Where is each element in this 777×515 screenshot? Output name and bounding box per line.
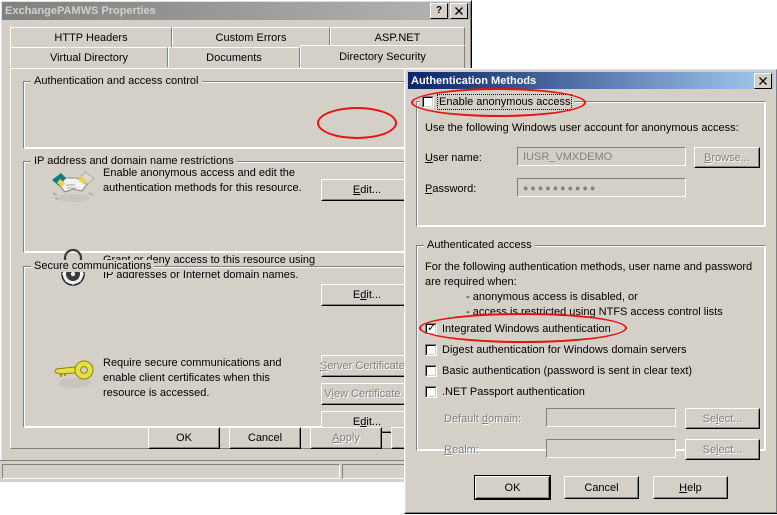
directory-security-page: Authentication and access control Enable… — [10, 68, 465, 449]
cancel-label: Cancel — [247, 432, 283, 444]
password-input[interactable]: ●●●●●●●●●● — [517, 178, 686, 197]
help-button[interactable]: ? — [430, 3, 448, 19]
authenticated-desc-line4: - access is restricted using NTFS access… — [466, 306, 723, 318]
realm-select-button[interactable]: Select... — [685, 439, 760, 460]
check-glyph: ✓ — [427, 321, 437, 334]
secure-description-line3: resource is accessed. — [103, 387, 210, 399]
authenticated-desc-line2: are required when: — [425, 276, 517, 288]
checkbox-integrated-windows-authentication[interactable]: ✓ Integrated Windows authentication — [425, 321, 611, 335]
ok-label: OK — [176, 432, 192, 444]
auth-methods-ok-button[interactable]: OK — [475, 476, 550, 499]
properties-title: ExchangePAMWS Properties — [5, 5, 156, 17]
checkbox-label: Integrated Windows authentication — [442, 323, 611, 335]
password-value: ●●●●●●●●●● — [523, 182, 598, 193]
close-icon[interactable] — [754, 72, 772, 89]
auth-methods-titlebar[interactable]: Authentication Methods — [408, 72, 774, 89]
authenticated-desc-line3: - anonymous access is disabled, or — [466, 291, 638, 303]
properties-apply-button[interactable]: Apply — [310, 427, 382, 449]
properties-cancel-button[interactable]: Cancel — [229, 427, 301, 449]
tab-label: HTTP Headers — [54, 31, 128, 44]
checkbox-box — [425, 386, 437, 398]
tab-label: Custom Errors — [215, 31, 287, 44]
server-certificate-button[interactable]: Server Certificate... — [320, 355, 414, 377]
checkbox-box — [425, 344, 437, 356]
tab-row-bottom: Virtual Directory Documents Directory Se… — [7, 45, 467, 68]
tab-label: Documents — [206, 51, 262, 64]
tab-virtual-directory[interactable]: Virtual Directory — [10, 47, 168, 67]
checkbox-box — [425, 365, 437, 377]
checkbox-digest-authentication[interactable]: Digest authentication for Windows domain… — [425, 344, 687, 356]
status-pane-left — [2, 464, 340, 479]
realm-input[interactable] — [546, 439, 676, 458]
username-input[interactable]: IUSR_VMXDEMO — [517, 147, 686, 166]
properties-titlebar[interactable]: ExchangePAMWS Properties ? — [2, 2, 470, 20]
group-ip-restrictions: IP address and domain name restrictions — [23, 155, 437, 253]
tab-directory-security[interactable]: Directory Security — [300, 45, 465, 68]
close-glyph — [455, 7, 463, 15]
checkbox-box: ✓ — [425, 321, 437, 335]
checkbox-net-passport-authentication[interactable]: .NET Passport authentication — [425, 386, 585, 398]
cancel-label: Cancel — [584, 481, 619, 494]
authenticated-desc-line1: For the following authentication methods… — [425, 261, 753, 273]
tab-asp-net[interactable]: ASP.NET — [330, 27, 465, 47]
realm-label: Realm: — [444, 444, 479, 456]
ok-label: OK — [504, 481, 521, 494]
tab-label: ASP.NET — [374, 31, 421, 44]
checkbox-box — [422, 96, 434, 108]
tab-documents[interactable]: Documents — [168, 47, 300, 67]
key-icon — [54, 360, 94, 388]
close-glyph — [759, 76, 767, 85]
browse-button[interactable]: Browse... — [694, 147, 760, 168]
auth-methods-title: Authentication Methods — [411, 74, 537, 87]
auth-methods-help-button[interactable]: Help — [653, 476, 728, 499]
default-domain-input[interactable] — [546, 408, 676, 427]
checkbox-basic-authentication[interactable]: Basic authentication (password is sent i… — [425, 365, 692, 377]
tab-http-headers[interactable]: HTTP Headers — [10, 27, 172, 47]
checkbox-label: Digest authentication for Windows domain… — [442, 344, 687, 356]
auth-methods-cancel-button[interactable]: Cancel — [564, 476, 639, 499]
tab-custom-errors[interactable]: Custom Errors — [172, 27, 330, 47]
secure-description-line2: enable client certificates when this — [103, 372, 270, 384]
close-icon[interactable] — [450, 3, 468, 19]
group-title: Authenticated access — [424, 239, 535, 251]
authentication-methods-dialog: Authentication Methods Enable anonymous … — [404, 68, 777, 514]
enable-anonymous-access-label: Enable anonymous access — [436, 94, 573, 110]
tab-label: Directory Security — [339, 51, 426, 63]
group-title: Secure communications — [31, 260, 155, 272]
group-title: IP address and domain name restrictions — [31, 155, 237, 167]
username-label: User name: — [425, 152, 482, 164]
username-value: IUSR_VMXDEMO — [523, 150, 613, 163]
properties-ok-button[interactable]: OK — [148, 427, 220, 449]
status-bar — [0, 460, 471, 482]
checkbox-label: Basic authentication (password is sent i… — [442, 365, 693, 377]
enable-anonymous-access-checkbox[interactable]: Enable anonymous access — [420, 94, 575, 110]
properties-dialog: ExchangePAMWS Properties ? HTTP Headers … — [0, 0, 472, 480]
checkbox-label: .NET Passport authentication — [442, 386, 585, 398]
group-authentication-access-control: Authentication and access control — [23, 75, 437, 149]
default-domain-label: Default domain: — [444, 413, 522, 425]
view-certificate-button[interactable]: View Certificate... — [321, 383, 413, 405]
default-domain-select-button[interactable]: Select... — [685, 408, 760, 429]
secure-description-line1: Require secure communications and — [103, 357, 282, 369]
password-label: Password: — [425, 183, 477, 195]
group-title: Authentication and access control — [31, 75, 202, 87]
anonymous-description: Use the following Windows user account f… — [425, 122, 739, 134]
tab-label: Virtual Directory — [49, 51, 129, 64]
